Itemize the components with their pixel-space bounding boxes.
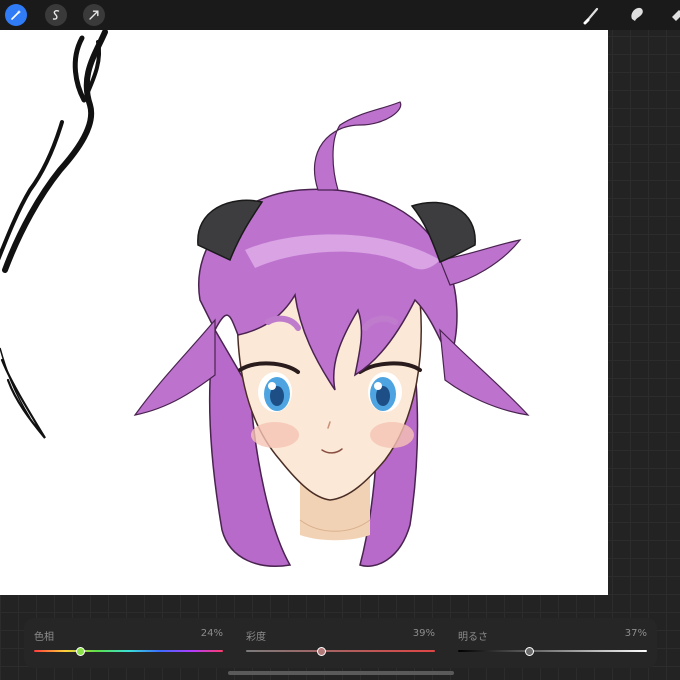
brightness-slider-group: 明るさ 37%: [458, 628, 647, 660]
eraser-icon[interactable]: [668, 5, 680, 25]
artwork-illustration: [0, 30, 530, 567]
magic-wand-icon[interactable]: [5, 4, 27, 26]
drawing-canvas[interactable]: [0, 30, 608, 595]
transform-arrow-icon[interactable]: [83, 4, 105, 26]
smudge-icon[interactable]: [627, 5, 647, 25]
brightness-value: 37%: [624, 628, 647, 639]
brightness-slider-knob[interactable]: [524, 647, 534, 656]
saturation-slider-track[interactable]: [246, 650, 435, 652]
saturation-slider-knob[interactable]: [316, 647, 326, 656]
selection-icon[interactable]: [45, 4, 67, 26]
saturation-slider-group: 彩度 39%: [246, 628, 435, 660]
top-toolbar: [0, 0, 680, 30]
home-indicator[interactable]: [228, 671, 454, 675]
brightness-label: 明るさ: [458, 632, 488, 643]
brush-icon[interactable]: [582, 5, 602, 25]
hue-label: 色相: [34, 632, 54, 643]
hue-slider-track[interactable]: [34, 650, 223, 652]
hue-slider-group: 色相 24%: [34, 628, 223, 660]
saturation-value: 39%: [412, 628, 435, 639]
color-adjustment-panel: 色相 24% 彩度 39% 明るさ 37%: [24, 618, 657, 668]
brightness-slider-track[interactable]: [458, 650, 647, 652]
hue-value: 24%: [200, 628, 223, 639]
hue-slider-knob[interactable]: [76, 647, 86, 656]
saturation-label: 彩度: [246, 632, 266, 643]
